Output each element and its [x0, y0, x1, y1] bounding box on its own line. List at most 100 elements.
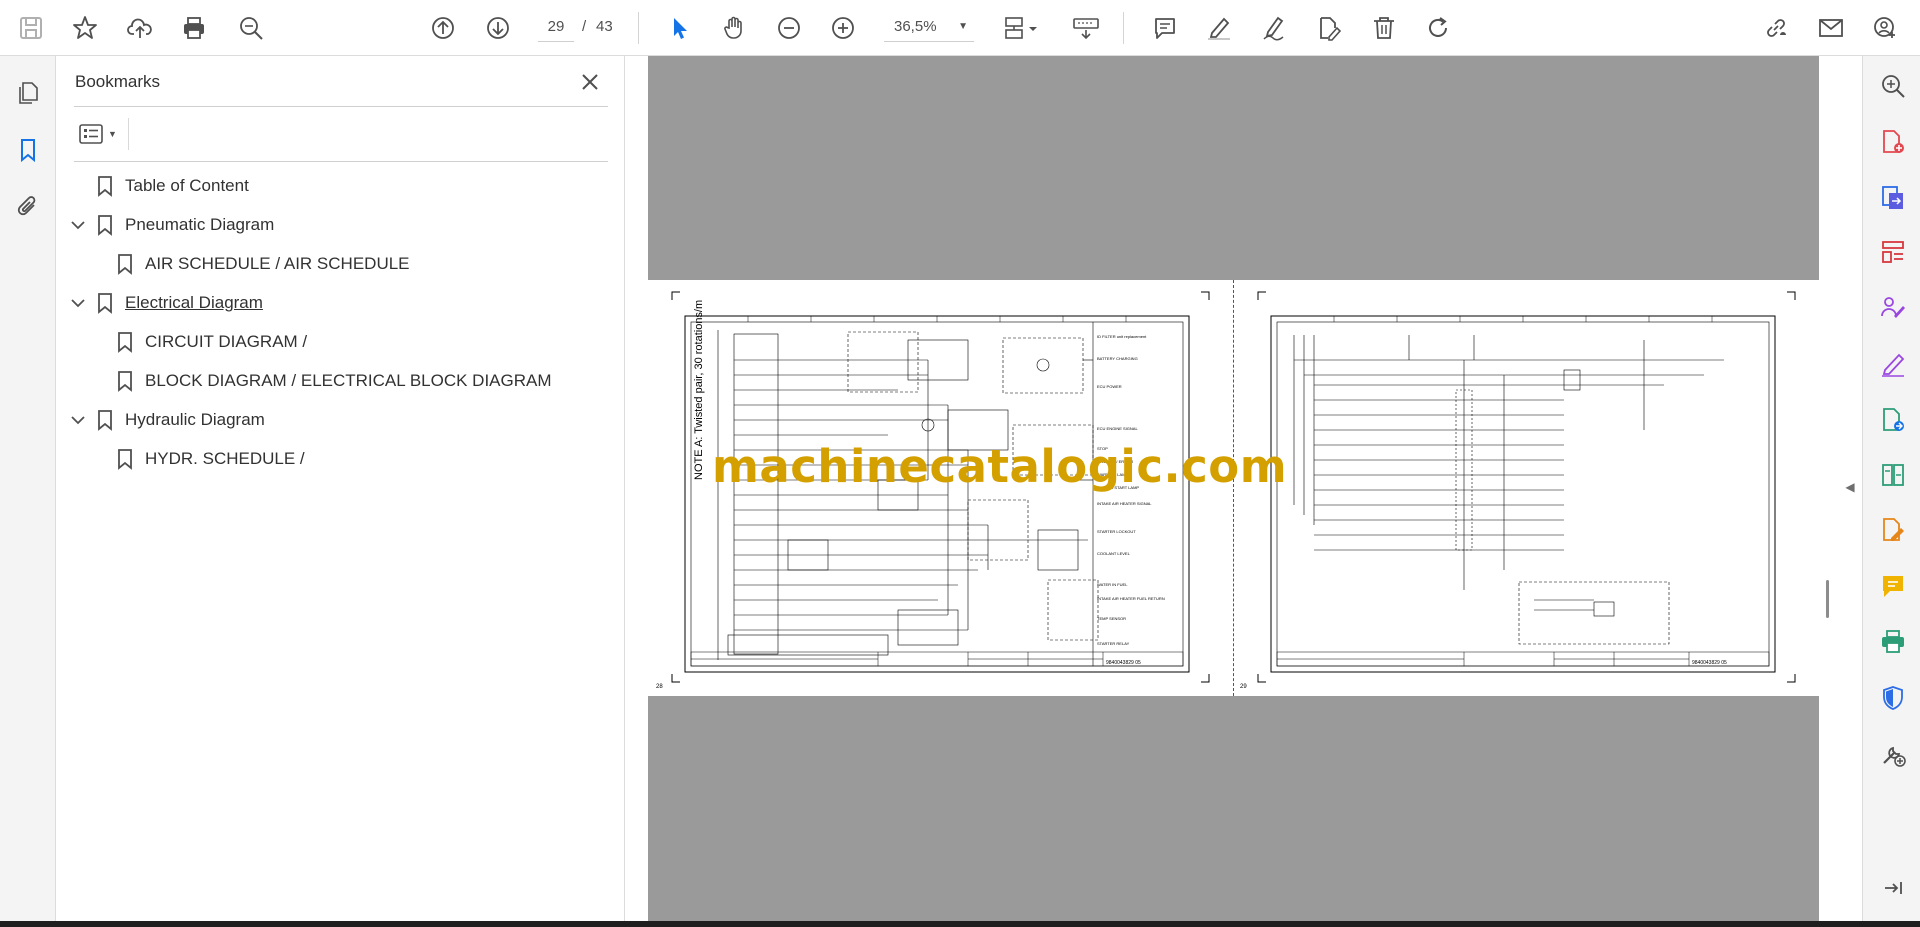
bookmark-icon [98, 215, 112, 236]
page-number-input[interactable] [538, 12, 574, 42]
comment-tool-icon[interactable] [1877, 570, 1909, 602]
edit-document-icon[interactable] [1877, 514, 1909, 546]
print-icon[interactable] [176, 10, 212, 46]
right-tools-rail [1862, 56, 1920, 921]
bookmark-options-button[interactable]: ▼ [74, 118, 120, 150]
bookmark-label: Table of Content [125, 176, 249, 195]
next-page-icon[interactable] [480, 10, 516, 46]
bookmark-icon [98, 293, 112, 314]
options-divider [128, 118, 129, 150]
diagram-label: BATTERY CHARGING [1097, 356, 1138, 361]
bookmark-label: AIR SCHEDULE / AIR SCHEDULE [145, 254, 410, 273]
diagram-label: STARTER RELAY [1097, 641, 1130, 646]
bookmark-icon [98, 410, 112, 431]
panel-divider [74, 106, 608, 107]
vertical-scrollbar[interactable] [1819, 56, 1835, 921]
zoom-search-icon[interactable] [233, 10, 269, 46]
rotate-icon[interactable] [1421, 10, 1457, 46]
previous-page-icon[interactable] [425, 10, 461, 46]
diagram-label: WATER IN FUEL [1097, 582, 1128, 587]
page-number-label: 28 [656, 684, 663, 690]
collapse-right-panel-icon[interactable]: ◀ [1840, 472, 1860, 502]
bookmark-icon [98, 176, 112, 197]
chevron-down-icon: ▼ [958, 21, 968, 32]
bookmark-item-electrical-diagram[interactable]: Electrical Diagram [56, 287, 625, 319]
star-icon[interactable] [67, 10, 103, 46]
scrollbar-thumb[interactable] [1826, 580, 1829, 618]
attachments-icon[interactable] [12, 190, 44, 222]
document-page-right[interactable]: 9840043829 05 29 [1234, 280, 1819, 696]
sign-pen-icon[interactable] [1256, 10, 1292, 46]
page-display-icon[interactable] [998, 10, 1044, 46]
delete-icon[interactable] [1366, 10, 1402, 46]
chevron-down-icon[interactable] [68, 293, 88, 313]
zoom-in-icon[interactable] [825, 10, 861, 46]
zoom-search-icon[interactable] [1877, 70, 1909, 102]
bookmark-item-pneumatic-diagram[interactable]: Pneumatic Diagram [56, 209, 625, 241]
create-pdf-icon[interactable] [1877, 126, 1909, 158]
bookmarks-panel-title: Bookmarks [75, 72, 161, 91]
bookmark-label: BLOCK DIAGRAM / ELECTRICAL BLOCK DIAGRAM [145, 371, 552, 390]
bookmark-icon [118, 371, 132, 392]
toolbar-divider [638, 12, 639, 44]
toolbar-divider [1123, 12, 1124, 44]
bookmark-label: CIRCUIT DIAGRAM / [145, 332, 308, 351]
request-signatures-icon[interactable] [1877, 292, 1909, 324]
bookmark-icon [118, 332, 132, 353]
page-gap-top [648, 56, 1819, 280]
bookmark-label: Pneumatic Diagram [125, 215, 275, 234]
send-for-review-icon[interactable] [1877, 404, 1909, 436]
edit-pdf-icon[interactable] [1311, 10, 1347, 46]
diagram-label: TEMP SENSOR [1097, 616, 1126, 621]
select-cursor-icon[interactable] [662, 10, 698, 46]
export-pdf-icon[interactable] [1877, 181, 1909, 213]
account-icon[interactable] [1868, 10, 1904, 46]
bookmarks-panel: Bookmarks ▼ Table of Content Pneumatic D… [56, 56, 625, 921]
zoom-level-value: 36,5% [894, 18, 937, 35]
email-icon[interactable] [1813, 10, 1849, 46]
chevron-down-icon[interactable] [68, 410, 88, 430]
zoom-out-icon[interactable] [771, 10, 807, 46]
bookmark-label: Electrical Diagram [125, 293, 263, 312]
hand-tool-icon[interactable] [716, 10, 752, 46]
highlight-pen-icon[interactable] [1201, 10, 1237, 46]
diagram-label: INTAKE AIR HEATER SIGNAL [1097, 501, 1152, 506]
diagram-label: ECU POWER [1097, 384, 1122, 389]
bookmark-item-table-of-content[interactable]: Table of Content [56, 170, 625, 202]
bookmark-item-air-schedule[interactable]: AIR SCHEDULE / AIR SCHEDULE [56, 248, 625, 280]
close-icon[interactable] [576, 68, 604, 96]
diagram-label: COOLANT LEVEL [1097, 551, 1131, 556]
print-production-icon[interactable] [1877, 626, 1909, 658]
more-tools-icon[interactable] [1877, 738, 1909, 770]
protect-shield-icon[interactable] [1877, 682, 1909, 714]
fill-and-sign-icon[interactable] [1877, 348, 1909, 380]
zoom-level-dropdown[interactable]: 36,5% ▼ [884, 12, 974, 42]
panel-divider [74, 161, 608, 162]
taskbar-edge [0, 921, 1920, 927]
bookmark-icon [118, 449, 132, 470]
bookmark-label: Hydraulic Diagram [125, 410, 265, 429]
watermark-text: machinecatalogic.com [712, 440, 1288, 493]
save-icon[interactable] [13, 10, 49, 46]
chevron-down-icon[interactable] [68, 215, 88, 235]
scrolling-mode-icon[interactable] [1066, 10, 1106, 46]
comment-icon[interactable] [1147, 10, 1183, 46]
left-navigation-rail [0, 56, 56, 921]
page-separator: / [582, 18, 587, 35]
organize-pages-icon[interactable] [1877, 236, 1909, 268]
upload-cloud-icon[interactable] [122, 10, 158, 46]
circuit-diagram-right: 9840043829 05 29 [1240, 291, 1796, 690]
bookmark-label: HYDR. SCHEDULE / [145, 449, 305, 468]
chevron-down-icon: ▼ [108, 129, 117, 139]
share-link-icon[interactable] [1758, 10, 1794, 46]
compare-files-icon[interactable] [1877, 459, 1909, 491]
expand-panel-icon[interactable] [1877, 872, 1909, 904]
page-total: 43 [596, 18, 613, 35]
bookmarks-panel-icon[interactable] [12, 134, 44, 166]
diagram-label: ID FILTER unit replacement [1097, 334, 1147, 339]
page-thumbnails-icon[interactable] [12, 77, 44, 109]
bookmark-item-hydraulic-diagram[interactable]: Hydraulic Diagram [56, 404, 625, 436]
bookmark-item-hydr-schedule[interactable]: HYDR. SCHEDULE / [56, 443, 625, 475]
bookmark-item-block-diagram[interactable]: BLOCK DIAGRAM / ELECTRICAL BLOCK DIAGRAM [56, 365, 625, 397]
bookmark-item-circuit-diagram[interactable]: CIRCUIT DIAGRAM / [56, 326, 625, 358]
